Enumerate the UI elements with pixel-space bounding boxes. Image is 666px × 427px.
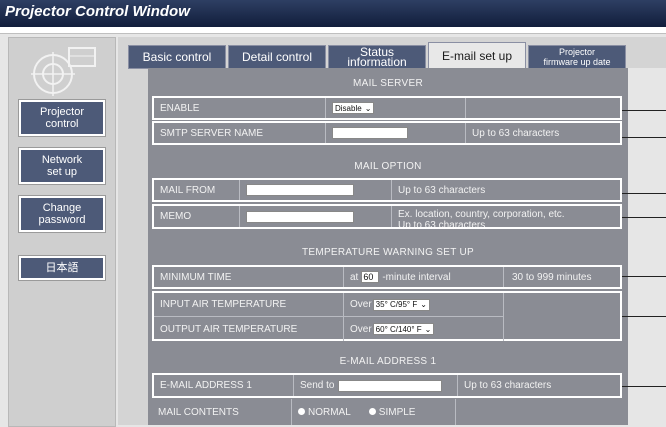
email-address-hint: Up to 63 characters	[464, 380, 552, 391]
callout-line	[622, 137, 666, 138]
minimum-time-label: MINIMUM TIME	[154, 267, 344, 287]
output-air-label: OUTPUT AIR TEMPERATURE	[154, 317, 344, 341]
window-title: Projector Control Window	[5, 3, 190, 20]
chevron-down-icon: ⌄	[364, 103, 372, 113]
output-air-cell: Over 60° C/140° F ⌄	[344, 317, 504, 341]
right-margin	[628, 68, 666, 425]
tab-status-information[interactable]: Status information	[328, 45, 426, 69]
network-setup-button[interactable]: Network set up	[19, 148, 105, 184]
send-to-label: Send to	[300, 380, 335, 391]
email-address-label: E-MAIL ADDRESS 1	[154, 375, 294, 396]
minimum-time-range: 30 to 999 minutes	[512, 271, 592, 283]
projector-control-button[interactable]: Projector control	[19, 100, 105, 136]
top-strip	[0, 27, 666, 34]
japanese-language-button[interactable]: 日本語	[19, 256, 105, 280]
input-air-prefix: Over	[350, 299, 372, 310]
callout-line	[622, 110, 666, 111]
callout-line	[622, 276, 666, 277]
output-air-value: 60° C/140° F	[375, 324, 422, 334]
projector-logo-icon	[31, 47, 96, 96]
email-address-cell: Send to	[294, 375, 458, 396]
radio-icon	[298, 407, 305, 415]
temperature-title: TEMPERATURE WARNING SET UP	[301, 247, 475, 258]
callout-line	[622, 386, 666, 387]
input-air-select[interactable]: 35° C/95° F ⌄	[372, 298, 430, 311]
simple-radio[interactable]: SIMPLE	[368, 406, 416, 418]
email-address-title: E-MAIL ADDRESS 1	[339, 356, 437, 367]
output-air-select[interactable]: 60° C/140° F ⌄	[372, 323, 435, 335]
radio-icon	[368, 407, 376, 415]
sidebar: Projector control Network set up Change …	[8, 37, 116, 427]
memo-cell	[240, 206, 392, 227]
minimum-time-row: MINIMUM TIME at 60 -minute interval 30 t…	[152, 265, 622, 289]
mail-from-input[interactable]	[246, 184, 354, 196]
smtp-row: SMTP SERVER NAME Up to 63 characters	[152, 121, 622, 145]
mail-from-label: MAIL FROM	[154, 180, 240, 200]
memo-hint-line-2: Up to 63 characters	[398, 220, 486, 229]
chevron-down-icon: ⌄	[420, 300, 427, 309]
enable-label: ENABLE	[154, 98, 326, 118]
input-air-cell: Over 35° C/95° F ⌄	[344, 293, 504, 317]
minimum-time-cell: at 60 -minute interval	[344, 267, 504, 287]
smtp-hint: Up to 63 characters	[472, 127, 560, 139]
email-address-row: E-MAIL ADDRESS 1 Send to Up to 63 charac…	[152, 373, 622, 398]
memo-label: MEMO	[154, 206, 240, 227]
mail-contents-row: MAIL CONTENTS NORMAL SIMPLE	[152, 399, 622, 425]
minimum-time-input[interactable]: 60	[361, 271, 380, 283]
normal-radio[interactable]: NORMAL	[298, 407, 351, 418]
input-air-label: INPUT AIR TEMPERATURE	[154, 293, 344, 317]
mail-contents-options: NORMAL SIMPLE	[292, 399, 456, 425]
mail-server-title: MAIL SERVER	[353, 78, 423, 89]
air-temperature-row: INPUT AIR TEMPERATURE Over 35° C/95° F ⌄ …	[152, 291, 622, 341]
mail-from-row: MAIL FROM Up to 63 characters	[152, 178, 622, 202]
enable-row: ENABLE Disable ⌄	[152, 96, 622, 120]
enable-cell: Disable ⌄	[326, 98, 466, 118]
input-air-value: 35° C/95° F	[375, 300, 418, 309]
chevron-down-icon: ⌄	[424, 324, 432, 334]
memo-hint-line-1: Ex. location, country, corporation, etc.	[398, 209, 565, 220]
tab-firmware-update[interactable]: Projector firmware up date	[528, 45, 626, 69]
smtp-server-input[interactable]	[332, 127, 408, 139]
simple-label: SIMPLE	[378, 406, 416, 418]
tab-basic-control[interactable]: Basic control	[128, 45, 226, 69]
minimum-time-prefix: at	[350, 271, 359, 283]
enable-select[interactable]: Disable ⌄	[332, 102, 375, 114]
tab-detail-control[interactable]: Detail control	[228, 45, 326, 69]
enable-value: Disable	[335, 103, 362, 113]
output-air-prefix: Over	[350, 323, 372, 335]
title-bar: Projector Control Window	[0, 0, 666, 27]
email-address-input[interactable]	[338, 379, 443, 392]
memo-row: MEMO Ex. location, country, corporation,…	[152, 204, 622, 229]
mail-contents-label: MAIL CONTENTS	[152, 399, 292, 425]
mail-from-cell	[240, 180, 392, 200]
mail-option-title: MAIL OPTION	[354, 161, 422, 172]
memo-hint: Ex. location, country, corporation, etc.…	[392, 206, 565, 227]
callout-line	[622, 193, 666, 194]
callout-line	[622, 217, 666, 218]
callout-line	[622, 316, 666, 317]
change-password-button[interactable]: Change password	[19, 196, 105, 232]
minimum-time-suffix: -minute interval	[382, 271, 451, 283]
memo-input[interactable]	[246, 210, 354, 223]
smtp-cell	[326, 123, 466, 143]
mail-from-hint: Up to 63 characters	[398, 184, 486, 196]
smtp-label: SMTP SERVER NAME	[154, 123, 326, 143]
tab-email-setup[interactable]: E-mail set up	[428, 42, 526, 68]
normal-label: NORMAL	[308, 406, 351, 418]
